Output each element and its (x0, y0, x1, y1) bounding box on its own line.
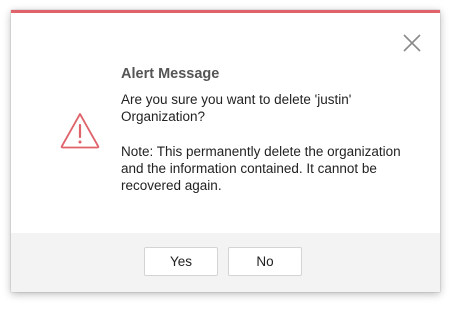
dialog-message: Are you sure you want to delete 'justin'… (121, 92, 352, 124)
warning-triangle-icon (59, 111, 101, 149)
yes-button[interactable]: Yes (144, 247, 218, 276)
dialog-title: Alert Message (121, 66, 220, 82)
close-button[interactable] (402, 33, 422, 53)
dialog-note: Note: This permanently delete the organi… (121, 144, 401, 193)
alert-dialog: Alert Message Are you sure you want to d… (11, 10, 440, 292)
close-icon (403, 34, 421, 52)
no-button[interactable]: No (228, 247, 302, 276)
dialog-content: Alert Message Are you sure you want to d… (121, 65, 421, 194)
dialog-footer: Yes No (11, 233, 440, 292)
